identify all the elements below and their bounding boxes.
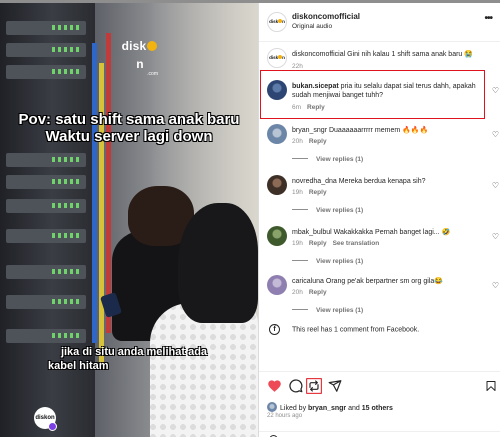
comment-meta: 6m Reply: [292, 104, 325, 111]
rack-unit: [6, 199, 86, 213]
rack-unit: [6, 65, 86, 79]
repost-icon[interactable]: [306, 377, 322, 395]
see-translation-button[interactable]: See translation: [333, 240, 380, 247]
video-caption-bottom: jika di situ anda melihat ada kabel hita…: [48, 346, 208, 372]
rack-unit: [6, 295, 86, 309]
rack-unit: [6, 175, 86, 189]
video-watermark-logo: diskn .com: [121, 39, 158, 77]
rack-unit: [6, 153, 86, 167]
comment-text: bukan.sicepat pria itu selalu dapat sial…: [292, 83, 476, 99]
post-panel: disk n diskoncomofficial Original audio •…: [258, 3, 500, 437]
comment-username[interactable]: caricaluna: [292, 278, 324, 285]
heart-outline-icon[interactable]: ♡: [492, 281, 499, 290]
liked-by-text: Liked by bryan_sngr and 15 others: [267, 402, 393, 412]
comment-text: mbak_bulbul Wakakkakka Pernah banget lag…: [292, 229, 451, 236]
likes-others-link[interactable]: 15 others: [362, 405, 393, 412]
post-time: 22 hours ago: [267, 413, 303, 419]
caption-avatar[interactable]: disk n: [267, 48, 287, 68]
reel-video[interactable]: diskn .com Pov: satu shift sama anak bar…: [0, 3, 258, 437]
comment-avatar[interactable]: [267, 275, 287, 295]
header-username[interactable]: diskoncomofficial: [292, 12, 360, 21]
view-replies-button[interactable]: View replies (1): [292, 258, 363, 265]
rack-unit: [6, 265, 86, 279]
header-avatar[interactable]: disk n: [267, 12, 287, 32]
divider: [259, 371, 500, 372]
comment-avatar[interactable]: [267, 226, 287, 246]
header-audio[interactable]: Original audio: [292, 23, 332, 30]
cable: [99, 63, 104, 363]
reply-button[interactable]: Reply: [309, 289, 327, 296]
comment-text: novredha_dna Mereka berdua kenapa sih?: [292, 178, 426, 185]
corner-badge-icon: [48, 422, 57, 431]
comment-text: bryan_sngr Duaaaaaarrrrr memem 🔥🔥🔥: [292, 127, 429, 134]
comment-meta: 19h Reply: [292, 189, 327, 196]
cable: [92, 43, 97, 343]
comment-avatar[interactable]: [267, 124, 287, 144]
facebook-comment-note: f This reel has 1 comment from Facebook.: [269, 324, 419, 335]
comment-meta: 20h Reply: [292, 138, 327, 145]
rack-unit: [6, 229, 86, 243]
view-replies-button[interactable]: View replies (1): [292, 156, 363, 163]
rack-unit: [6, 21, 86, 35]
view-replies-button[interactable]: View replies (1): [292, 307, 363, 314]
heart-outline-icon[interactable]: ♡: [492, 86, 499, 95]
liker-username[interactable]: bryan_sngr: [308, 405, 346, 412]
comment-avatar[interactable]: [267, 175, 287, 195]
comment-username[interactable]: bukan.sicepat: [292, 83, 339, 90]
reply-button[interactable]: Reply: [307, 104, 325, 111]
comment-meta: 19h Reply See translation: [292, 240, 380, 247]
reply-button[interactable]: Reply: [309, 189, 327, 196]
view-replies-button[interactable]: View replies (1): [292, 207, 363, 214]
comment-meta: 20h Reply: [292, 289, 327, 296]
reply-button[interactable]: Reply: [309, 138, 327, 145]
cable: [106, 33, 111, 333]
caption-text: diskoncomofficial Gini nih kalau 1 shift…: [292, 51, 473, 58]
comment-username[interactable]: bryan_sngr: [292, 127, 327, 134]
caption-time: 22h: [292, 63, 303, 70]
comment-username[interactable]: mbak_bulbul: [292, 229, 332, 236]
video-caption-top: Pov: satu shift sama anak baru Waktu ser…: [18, 111, 240, 145]
heart-outline-icon[interactable]: ♡: [492, 181, 499, 190]
rack-unit: [6, 43, 86, 57]
comment-text: caricaluna Orang pe'ak berpartner sm org…: [292, 278, 443, 285]
paper-plane-icon[interactable]: [328, 378, 342, 394]
facebook-icon: f: [269, 324, 280, 335]
divider: [259, 41, 500, 42]
rack-unit: [6, 329, 86, 343]
heart-outline-icon[interactable]: ♡: [492, 130, 499, 139]
heart-filled-icon[interactable]: [267, 378, 282, 394]
bookmark-icon[interactable]: [485, 378, 497, 394]
liker-avatar[interactable]: [267, 402, 277, 412]
more-horizontal-icon[interactable]: •••: [484, 13, 492, 24]
reply-button[interactable]: Reply: [309, 240, 327, 247]
comment-bubble-icon[interactable]: [288, 378, 303, 394]
heart-outline-icon[interactable]: ♡: [492, 232, 499, 241]
comment-avatar[interactable]: [267, 80, 287, 100]
divider: [259, 431, 500, 432]
comment-username[interactable]: novredha_dna: [292, 178, 337, 185]
person-head: [178, 203, 258, 323]
